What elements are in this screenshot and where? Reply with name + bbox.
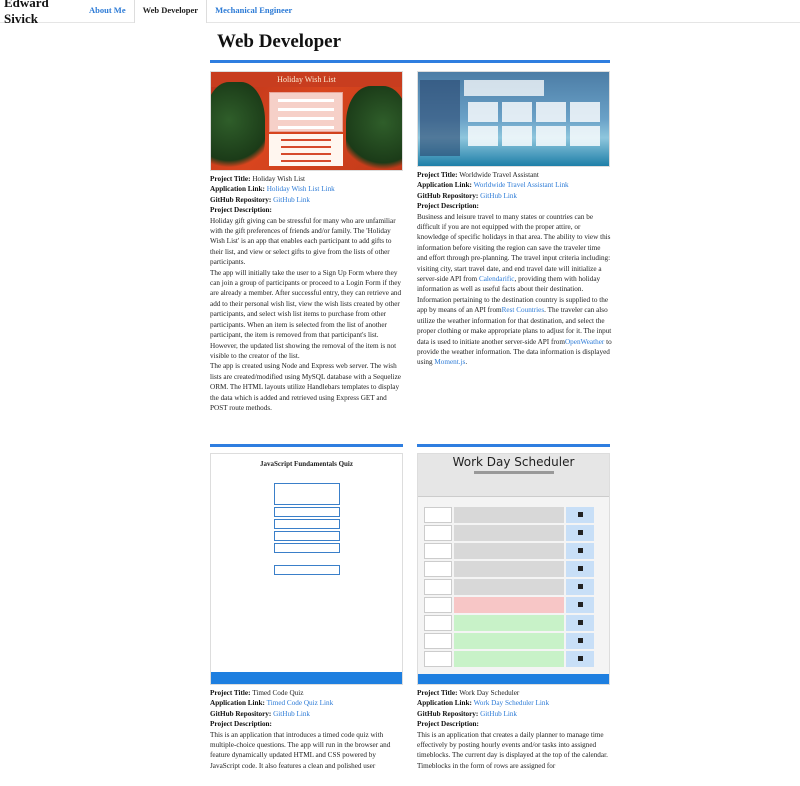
momentjs-link[interactable]: Moment.js <box>434 358 465 366</box>
application-link-line: Application Link: Holiday Wish List Link <box>210 185 335 194</box>
weather-grid-preview <box>466 100 606 150</box>
answer-option-preview <box>273 519 340 530</box>
question-box-preview <box>273 483 340 506</box>
timeblock-preview <box>424 651 594 667</box>
github-link[interactable]: GitHub Link <box>273 196 310 204</box>
rest-countries-link[interactable]: Rest Countries <box>502 306 545 314</box>
project-screenshot: JavaScript Fundamentals Quiz <box>210 453 403 685</box>
top-navbar: Edward Sivick About Me Web Developer Mec… <box>0 0 800 26</box>
card-divider <box>417 444 610 447</box>
signup-form-preview <box>269 92 343 132</box>
github-repo-line: GitHub Repository: GitHub Link <box>210 195 311 204</box>
project-title: Work Day Scheduler <box>459 689 520 697</box>
quiz-instructions-preview <box>219 472 394 477</box>
answer-option-preview <box>273 507 340 518</box>
project-title-line: Project Title: Work Day Scheduler <box>417 689 520 697</box>
calendarific-link[interactable]: Calendarific <box>479 275 515 283</box>
timeblock-preview <box>424 597 594 613</box>
brand-name[interactable]: Edward Sivick <box>0 0 81 27</box>
timeblock-preview <box>424 633 594 649</box>
nav-link-web-developer[interactable]: Web Developer <box>133 0 208 23</box>
application-link[interactable]: Holiday Wish List Link <box>267 185 335 193</box>
timeblock-preview <box>424 543 594 559</box>
quiz-screenshot-title: JavaScript Fundamentals Quiz <box>260 460 353 468</box>
description-heading: Project Description: <box>210 720 272 729</box>
gift-list-preview <box>269 134 343 166</box>
timeblock-preview <box>424 615 594 631</box>
github-link[interactable]: GitHub Link <box>480 192 517 200</box>
description-heading: Project Description: <box>417 202 479 211</box>
title-divider <box>210 60 610 63</box>
github-repo-line: GitHub Repository: GitHub Link <box>417 191 518 200</box>
nav-link-mechanical-engineer[interactable]: Mechanical Engineer <box>207 0 300 23</box>
application-link-line: Application Link: Worldwide Travel Assis… <box>417 181 569 190</box>
openweather-link[interactable]: OpenWeather <box>565 338 604 346</box>
timeblock-preview <box>424 561 594 577</box>
project-screenshot: Holiday Wish List <box>210 71 403 171</box>
sidebar-preview <box>420 80 460 156</box>
wreath-decoration <box>346 86 402 170</box>
project-card-holiday-wish-list: Holiday Wish List Project Title: Holiday… <box>210 71 405 413</box>
description-paragraph: This is an application that creates a da… <box>417 730 608 770</box>
application-link-line: Application Link: Work Day Scheduler Lin… <box>417 699 550 708</box>
description-paragraph: The app is created using Node and Expres… <box>210 362 401 412</box>
project-screenshot <box>417 71 610 167</box>
timer-preview <box>273 565 340 576</box>
page-title: Web Developer <box>217 31 342 52</box>
application-link[interactable]: Worldwide Travel Assistant Link <box>474 181 569 189</box>
project-screenshot: Work Day Scheduler <box>417 453 610 685</box>
description-paragraph: This is an application that introduces a… <box>210 730 391 770</box>
project-title: Worldwide Travel Assistant <box>459 171 539 179</box>
scheduler-subtitle-preview <box>473 471 554 475</box>
timeblock-preview <box>424 579 594 595</box>
info-panel-preview <box>464 80 544 96</box>
project-title-line: Project Title: Worldwide Travel Assistan… <box>417 171 539 179</box>
nav-link-about-me[interactable]: About Me <box>81 0 134 23</box>
github-repo-line: GitHub Repository: GitHub Link <box>417 709 518 718</box>
card-divider <box>210 444 403 447</box>
description-paragraph: Business and leisure travel to many stat… <box>417 212 612 367</box>
project-card-work-day-scheduler: Work Day Scheduler Project Title: Work D… <box>417 444 612 771</box>
description-heading: Project Description: <box>417 720 479 729</box>
description-heading: Project Description: <box>210 206 272 215</box>
application-link[interactable]: Work Day Scheduler Link <box>474 699 549 707</box>
scheduler-screenshot-title: Work Day Scheduler <box>452 455 575 469</box>
scheduler-header-preview: Work Day Scheduler <box>418 454 609 497</box>
project-title: Holiday Wish List <box>252 175 305 183</box>
github-link[interactable]: GitHub Link <box>480 710 517 718</box>
project-title-line: Project Title: Timed Code Quiz <box>210 689 304 697</box>
application-link-line: Application Link: Timed Code Quiz Link <box>210 699 334 708</box>
answer-option-preview <box>273 531 340 542</box>
github-repo-line: GitHub Repository: GitHub Link <box>210 709 311 718</box>
github-link[interactable]: GitHub Link <box>273 710 310 718</box>
project-title-line: Project Title: Holiday Wish List <box>210 175 305 183</box>
timeblock-preview <box>424 507 594 523</box>
footer-bar-preview <box>418 674 609 684</box>
description-paragraph: The app will initially take the user to … <box>210 268 402 360</box>
description-paragraph: Holiday gift giving can be stressful for… <box>210 216 396 267</box>
answer-option-preview <box>273 543 340 554</box>
application-link[interactable]: Timed Code Quiz Link <box>267 699 334 707</box>
project-card-travel-assistant: Project Title: Worldwide Travel Assistan… <box>417 71 612 368</box>
project-card-timed-code-quiz: JavaScript Fundamentals Quiz Project Tit… <box>210 444 405 771</box>
wreath-decoration <box>211 82 265 170</box>
project-title: Timed Code Quiz <box>252 689 304 697</box>
footer-bar-preview <box>211 672 402 684</box>
timeblock-preview <box>424 525 594 541</box>
